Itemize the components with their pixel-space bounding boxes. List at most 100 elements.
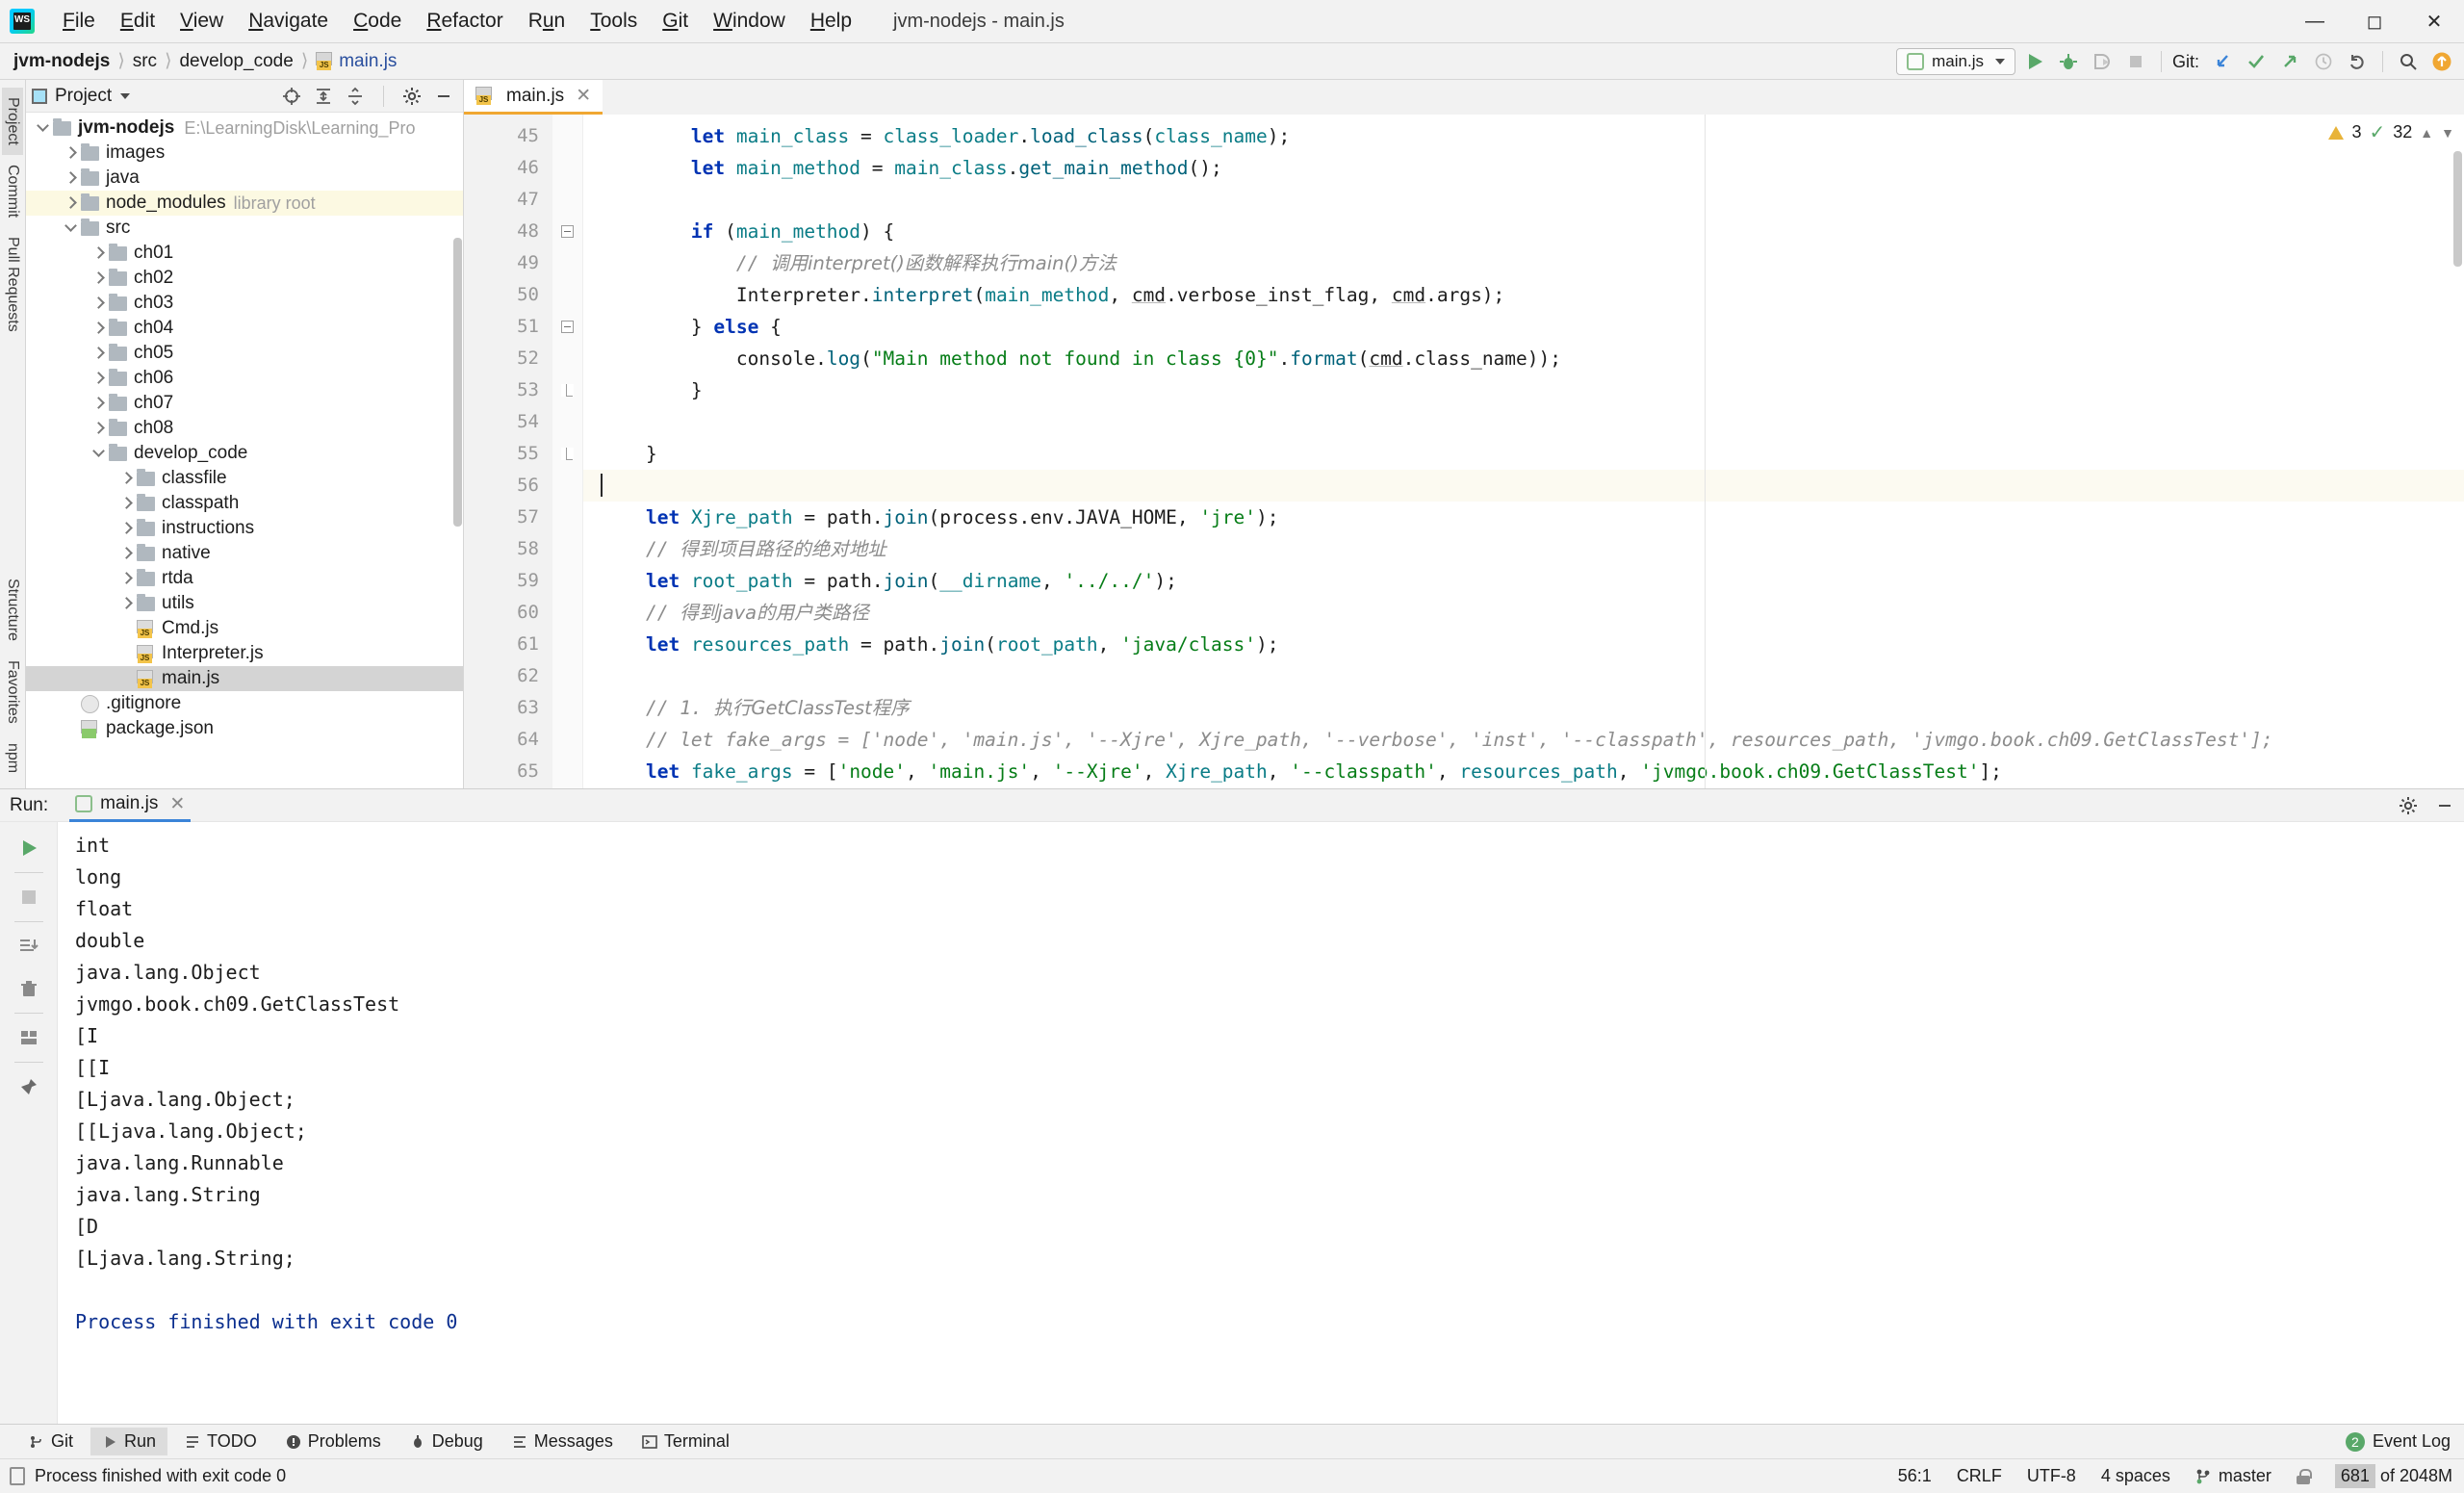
inspection-widget[interactable]: 3 ✓ 32 ▲ ▼: [2328, 120, 2454, 144]
chevron-right-icon[interactable]: [119, 496, 135, 511]
editor-scrollbar[interactable]: [2453, 151, 2462, 267]
tree-node-main-js[interactable]: JSmain.js: [26, 666, 463, 691]
menu-file[interactable]: FFileile: [50, 7, 108, 36]
expand-all-icon[interactable]: [314, 87, 333, 106]
menu-edit[interactable]: Edit: [108, 7, 167, 36]
sidebar-item-npm[interactable]: npm: [2, 734, 23, 783]
tree-node-ch01[interactable]: ch01: [26, 241, 463, 266]
chevron-right-icon[interactable]: [64, 170, 79, 186]
code-line[interactable]: // let fake_args = ['node', 'main.js', '…: [583, 724, 2464, 756]
soft-wrap-icon[interactable]: [16, 1025, 41, 1050]
minimize-icon[interactable]: —: [2285, 0, 2345, 43]
tree-node-ch07[interactable]: ch07: [26, 391, 463, 416]
sidebar-item-favorites[interactable]: Favorites: [2, 651, 23, 734]
tree-node-develop-code[interactable]: develop_code: [26, 441, 463, 466]
chevron-down-icon[interactable]: [91, 446, 107, 461]
code-content[interactable]: let main_class = class_loader.load_class…: [583, 115, 2464, 788]
collapse-all-icon[interactable]: [346, 87, 365, 106]
chevron-right-icon[interactable]: [91, 245, 107, 261]
tree-node-ch04[interactable]: ch04: [26, 316, 463, 341]
tool-window-messages[interactable]: Messages: [500, 1428, 625, 1455]
code-line[interactable]: }: [583, 438, 2464, 470]
git-branch-widget[interactable]: master: [2195, 1466, 2272, 1486]
code-line[interactable]: } else {: [583, 311, 2464, 343]
tree-node-ch03[interactable]: ch03: [26, 291, 463, 316]
run-with-coverage-icon[interactable]: [2088, 47, 2117, 76]
tree-node-instructions[interactable]: instructions: [26, 516, 463, 541]
tree-node-ch06[interactable]: ch06: [26, 366, 463, 391]
tree-node-cmd-js[interactable]: JSCmd.js: [26, 616, 463, 641]
code-line[interactable]: console.log("Main method not found in cl…: [583, 343, 2464, 374]
gear-icon[interactable]: [402, 87, 422, 106]
sidebar-item-project[interactable]: Project: [2, 88, 23, 155]
tree-node-utils[interactable]: utils: [26, 591, 463, 616]
tree-node-src[interactable]: src: [26, 216, 463, 241]
chevron-right-icon[interactable]: [119, 596, 135, 611]
tree-node--gitignore[interactable]: .gitignore: [26, 691, 463, 716]
tool-window-run[interactable]: Run: [90, 1428, 167, 1455]
memory-indicator[interactable]: 681 of 2048M: [2335, 1464, 2452, 1488]
fold-marker[interactable]: [552, 216, 582, 247]
git-update-project-icon[interactable]: [2208, 47, 2237, 76]
hide-icon[interactable]: [2435, 796, 2454, 815]
tree-node-package-json[interactable]: package.json: [26, 716, 463, 741]
git-history-icon[interactable]: [2309, 47, 2338, 76]
tool-window-debug[interactable]: Debug: [398, 1428, 495, 1455]
menu-git[interactable]: Git: [650, 7, 701, 36]
chevron-right-icon[interactable]: [91, 346, 107, 361]
chevron-right-icon[interactable]: [91, 371, 107, 386]
code-line[interactable]: let fake_args = ['node', 'main.js', '--X…: [583, 756, 2464, 787]
event-log-button[interactable]: 2 Event Log: [2346, 1431, 2451, 1452]
tool-window-terminal[interactable]: Terminal: [630, 1428, 741, 1455]
code-line[interactable]: }: [583, 374, 2464, 406]
fold-marker[interactable]: [552, 311, 582, 343]
git-commit-icon[interactable]: [2242, 47, 2271, 76]
chevron-down-icon[interactable]: [120, 93, 130, 99]
chevron-right-icon[interactable]: [91, 421, 107, 436]
code-line[interactable]: [583, 470, 2464, 502]
chevron-right-icon[interactable]: [119, 471, 135, 486]
scroll-to-end-icon[interactable]: [16, 934, 41, 959]
gear-icon[interactable]: [2399, 796, 2418, 815]
code-line[interactable]: // 得到java的用户类路径: [583, 597, 2464, 629]
chevron-right-icon[interactable]: [91, 321, 107, 336]
menu-view[interactable]: View: [167, 7, 236, 36]
close-tab-icon[interactable]: ✕: [169, 793, 185, 815]
select-opened-file-icon[interactable]: [282, 87, 301, 106]
console-output[interactable]: intlongfloatdoublejava.lang.Objectjvmgo.…: [58, 822, 2464, 1424]
run-icon[interactable]: [2020, 47, 2049, 76]
fold-gutter[interactable]: [552, 115, 583, 788]
close-icon[interactable]: ✕: [2404, 0, 2464, 43]
code-line[interactable]: // 1. 执行GetClassTest程序: [583, 692, 2464, 724]
chevron-right-icon[interactable]: [119, 546, 135, 561]
trash-icon[interactable]: [16, 976, 41, 1001]
project-scrollbar[interactable]: [453, 238, 462, 527]
chevron-right-icon[interactable]: [91, 296, 107, 311]
menu-help[interactable]: Help: [798, 7, 864, 36]
breadcrumb-project[interactable]: jvm-nodejs: [8, 51, 116, 72]
sidebar-item-structure[interactable]: Structure: [2, 569, 23, 651]
tree-node-jvm-nodejs[interactable]: jvm-nodejsE:\LearningDisk\Learning_Pro: [26, 116, 463, 141]
tool-window-todo[interactable]: TODO: [173, 1428, 269, 1455]
menu-code[interactable]: Code: [341, 7, 414, 36]
search-everywhere-icon[interactable]: [2394, 47, 2423, 76]
tree-node-images[interactable]: images: [26, 141, 463, 166]
indent-setting[interactable]: 4 spaces: [2101, 1466, 2170, 1486]
breadcrumb-file[interactable]: JSmain.js: [310, 51, 402, 72]
chevron-right-icon[interactable]: [119, 571, 135, 586]
menu-navigate[interactable]: Navigate: [236, 7, 341, 36]
chevron-right-icon[interactable]: [119, 521, 135, 536]
lock-icon[interactable]: [2297, 1469, 2310, 1484]
code-line[interactable]: let Xjre_path = path.join(process.env.JA…: [583, 502, 2464, 533]
fold-marker[interactable]: [552, 374, 582, 406]
tab-main-js[interactable]: JS main.js ✕: [464, 80, 603, 115]
tree-node-native[interactable]: native: [26, 541, 463, 566]
tree-node-ch05[interactable]: ch05: [26, 341, 463, 366]
chevron-up-icon[interactable]: ▲: [2420, 125, 2433, 141]
code-line[interactable]: [583, 406, 2464, 438]
code-line[interactable]: // 得到项目路径的绝对地址: [583, 533, 2464, 565]
menu-tools[interactable]: Tools: [578, 7, 650, 36]
hide-icon[interactable]: [434, 87, 453, 106]
menu-window[interactable]: Window: [701, 7, 798, 36]
code-line[interactable]: // 调用interpret()函数解释执行main()方法: [583, 247, 2464, 279]
